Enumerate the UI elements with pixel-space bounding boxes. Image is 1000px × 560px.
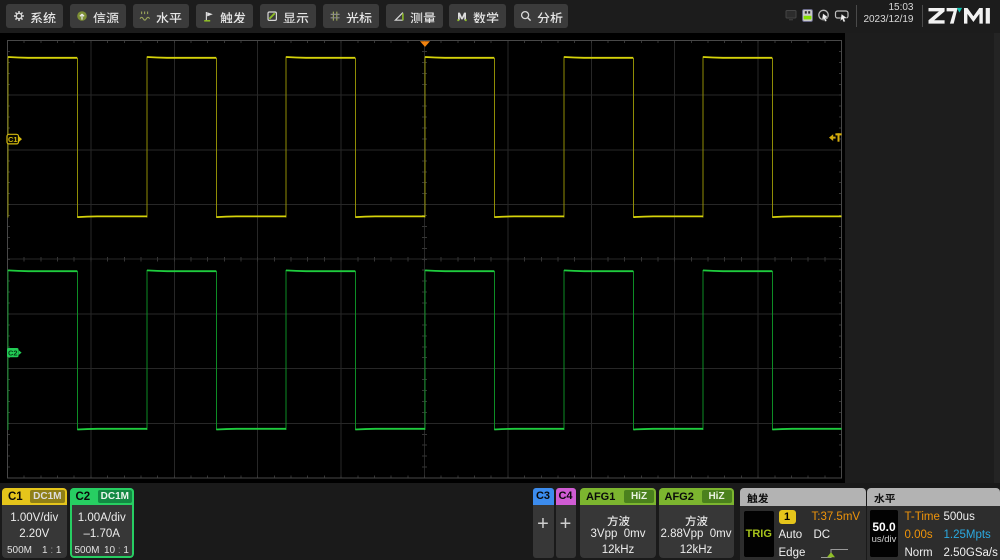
svg-text:C1: C1 (8, 135, 18, 144)
svg-text:C2: C2 (8, 348, 18, 357)
